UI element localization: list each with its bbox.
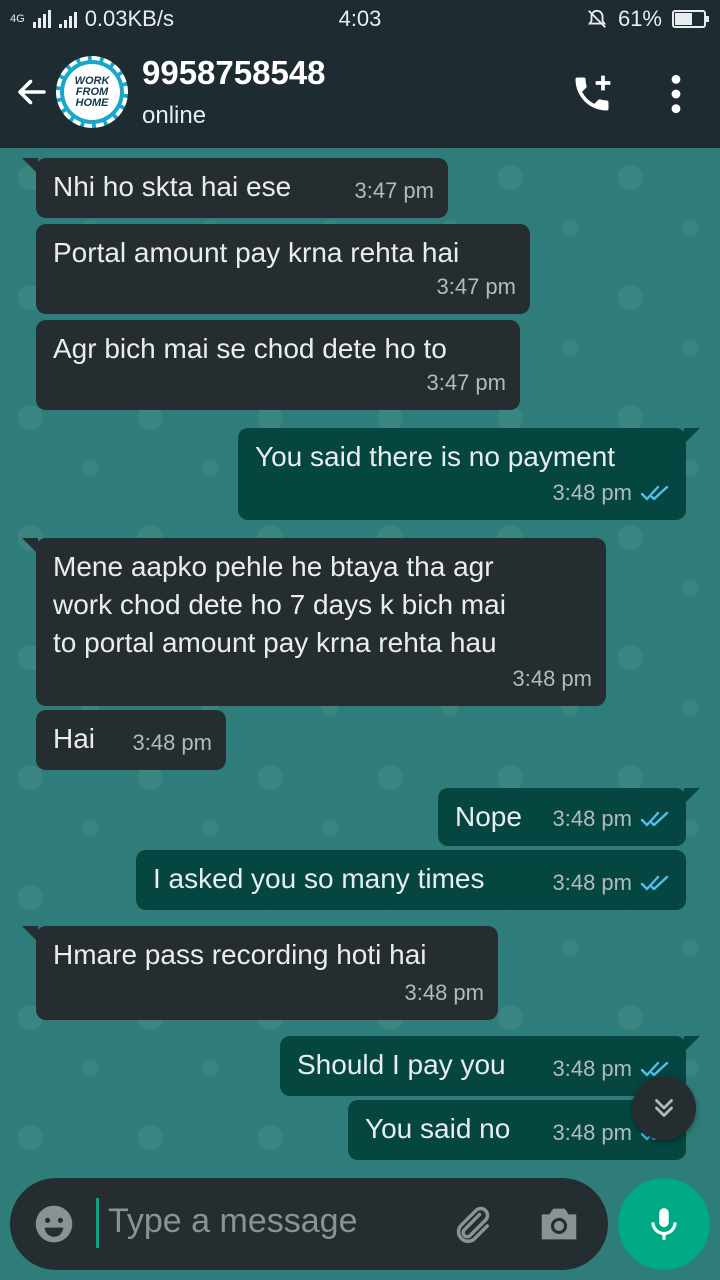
voice-message-button[interactable] <box>618 1178 710 1270</box>
avatar[interactable]: WORK FROM HOME <box>56 56 128 128</box>
message-text: Hmare pass recording hoti hai <box>53 939 427 970</box>
chat-header: WORK FROM HOME 9958758548 online <box>0 36 720 148</box>
message-time: 3:48 pm <box>552 870 633 895</box>
message-incoming[interactable]: Agr bich mai se chod dete ho to 3:47 pm <box>36 320 520 410</box>
message-text: Nope <box>455 801 522 832</box>
message-text: I asked you so many times <box>153 863 485 894</box>
message-incoming[interactable]: Nhi ho skta hai ese 3:47 pm <box>22 158 448 218</box>
microphone-icon <box>651 1208 677 1240</box>
message-text-line: work chod dete ho 7 days k bich mai <box>53 589 506 620</box>
message-time: 3:48 pm <box>552 1056 633 1081</box>
message-text: Should I pay you <box>297 1049 506 1080</box>
message-outgoing[interactable]: I asked you so many times 3:48 pm <box>136 850 686 910</box>
message-text: You said there is no payment <box>255 441 616 472</box>
message-text-line: to portal amount pay krna rehta hau <box>53 627 497 658</box>
message-outgoing[interactable]: Nope 3:48 pm <box>438 788 700 846</box>
message-text-line: Mene aapko pehle he btaya tha agr <box>53 551 494 582</box>
emoji-icon[interactable] <box>32 1202 76 1246</box>
battery-percent: 61% <box>617 6 662 31</box>
message-time: 3:48 pm <box>132 730 213 755</box>
status-bar: 4G 0.03KB/s 4:03 61% <box>0 0 720 36</box>
message-text: You said no <box>365 1113 511 1144</box>
message-composer: Type a message <box>10 1178 608 1270</box>
chat-area[interactable]: Nhi ho skta hai ese 3:47 pm Portal amoun… <box>0 148 720 1180</box>
message-incoming[interactable]: Mene aapko pehle he btaya tha agr work c… <box>22 538 606 706</box>
more-options-icon[interactable] <box>662 72 690 116</box>
message-time: 3:48 pm <box>404 980 485 1005</box>
message-incoming[interactable]: Portal amount pay krna rehta hai 3:47 pm <box>36 224 530 314</box>
message-text: Agr bich mai se chod dete ho to <box>53 333 447 364</box>
message-outgoing[interactable]: You said there is no payment 3:48 pm <box>238 428 700 520</box>
message-time: 3:48 pm <box>552 806 633 831</box>
message-time: 3:48 pm <box>552 480 633 505</box>
message-input[interactable]: Type a message <box>108 1202 357 1241</box>
contact-status: online <box>142 102 207 129</box>
read-receipt-icon <box>640 875 669 891</box>
add-call-icon[interactable] <box>570 72 614 116</box>
read-receipt-icon <box>640 811 669 827</box>
message-time: 3:47 pm <box>436 274 517 299</box>
camera-icon[interactable] <box>536 1204 582 1244</box>
message-time: 3:48 pm <box>552 1120 633 1145</box>
message-time: 3:47 pm <box>426 370 507 395</box>
message-text: Hai <box>53 723 96 754</box>
scroll-to-bottom-button[interactable] <box>632 1076 696 1140</box>
message-incoming[interactable]: Hai 3:48 pm <box>36 710 226 770</box>
message-time: 3:47 pm <box>354 178 435 203</box>
notifications-off-icon <box>587 9 606 28</box>
back-arrow-icon[interactable] <box>14 74 50 110</box>
contact-name[interactable]: 9958758548 <box>142 54 326 92</box>
message-text: Portal amount pay krna rehta hai <box>53 237 460 268</box>
avatar-logo: WORK FROM HOME <box>64 64 120 120</box>
message-time: 3:48 pm <box>512 666 593 691</box>
battery-icon <box>672 10 709 28</box>
double-chevron-down-icon <box>655 1099 673 1117</box>
message-text: Nhi ho skta hai ese <box>53 171 292 202</box>
text-cursor <box>96 1198 99 1248</box>
attachment-icon[interactable] <box>448 1202 494 1248</box>
read-receipt-icon <box>640 485 669 501</box>
message-outgoing[interactable]: Should I pay you 3:48 pm <box>280 1036 700 1096</box>
message-incoming[interactable]: Hmare pass recording hoti hai 3:48 pm <box>22 926 498 1020</box>
